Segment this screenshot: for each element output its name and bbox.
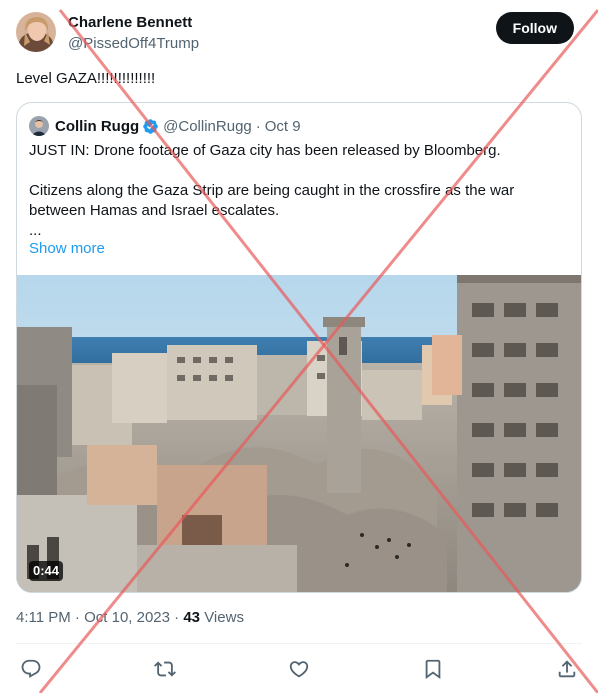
action-bar [20,658,580,682]
avatar[interactable] [16,12,56,52]
tweet-date[interactable]: Oct 10, 2023 [84,609,170,626]
quoted-paragraph: JUST IN: Drone footage of Gaza city has … [29,142,501,159]
meta-separator: · [74,609,80,626]
reply-icon[interactable] [20,658,44,682]
author-handle[interactable]: @PissedOff4Trump [68,35,199,52]
tweet-text: Level GAZA!!!!!!!!!!!!!! [16,70,156,87]
meta-separator: · [174,609,180,626]
show-more-link[interactable]: Show more [29,240,105,257]
quoted-avatar[interactable] [29,116,49,136]
views-count: 43 [183,609,201,626]
video-thumbnail[interactable] [17,275,581,593]
quoted-author-handle[interactable]: @CollinRugg [163,118,252,135]
tweet-time[interactable]: 4:11 PM [16,609,71,626]
share-icon[interactable] [556,658,580,682]
quoted-date[interactable]: Oct 9 [265,118,301,135]
author-name[interactable]: Charlene Bennett [68,14,192,31]
video-player[interactable]: 0:44 [17,275,581,593]
quoted-tweet-text: JUST IN: Drone footage of Gaza city has … [29,141,573,241]
tweet-header: Charlene Bennett @PissedOff4Trump Follow [16,12,582,54]
retweet-icon[interactable] [154,658,178,682]
quoted-author-name[interactable]: Collin Rugg [55,118,139,135]
quoted-separator: · [255,117,261,135]
like-icon[interactable] [288,658,312,682]
views-label: Views [204,609,244,626]
video-duration: 0:44 [29,561,64,581]
divider [16,643,582,644]
tweet-meta: 4:11 PM · Oct 10, 2023 · 43 Views [16,609,244,626]
quoted-tweet-header: Collin Rugg @CollinRugg · Oct 9 [29,115,301,137]
quoted-tweet[interactable]: Collin Rugg @CollinRugg · Oct 9 JUST IN:… [16,102,582,593]
bookmark-icon[interactable] [422,658,446,682]
follow-button[interactable]: Follow [495,12,574,44]
quoted-ellipsis: ... [29,222,42,239]
quoted-paragraph: Citizens along the Gaza Strip are being … [29,182,515,219]
verified-icon [142,118,159,135]
